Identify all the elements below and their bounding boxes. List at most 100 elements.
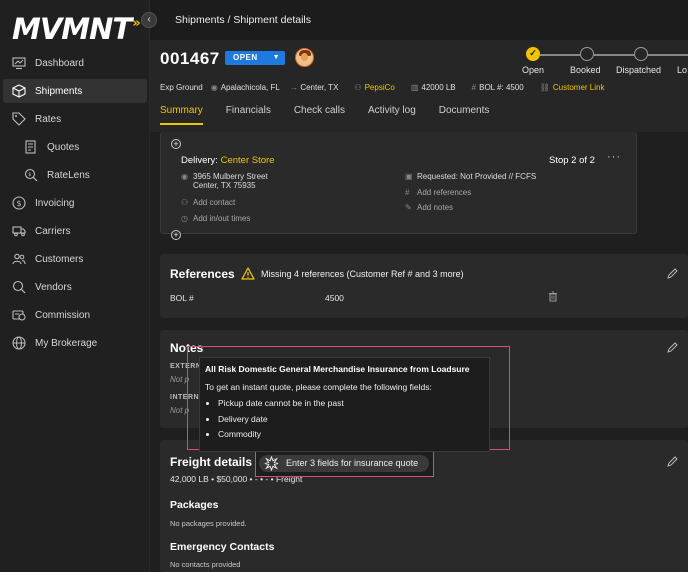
user-icon: ⚇ (181, 198, 189, 207)
breadcrumb: Shipments / Shipment details (175, 14, 311, 26)
shipment-header: 001467 OPEN ▼ ✓ Open Booked Dispatched L… (150, 40, 688, 132)
location-pin-icon: ◉ (181, 172, 188, 181)
sidebar-item-customers[interactable]: Customers (3, 247, 147, 271)
sidebar: MVMNT» Dashboard Shipments Rates Quotes $ Rat… (0, 0, 150, 572)
edit-freight-icon[interactable] (666, 456, 678, 468)
step-connector (648, 54, 688, 56)
sidebar-item-ratelens[interactable]: $ RateLens (3, 163, 147, 187)
route: ◉ Apalachicola, FL → Center, TX (211, 83, 347, 92)
tab-activity-log[interactable]: Activity log (368, 105, 416, 125)
tab-documents[interactable]: Documents (439, 105, 490, 125)
add-notes-link[interactable]: ✎ Add notes (405, 203, 453, 212)
address-lines: 3965 Mulberry Street Center, TX 75935 (193, 172, 268, 190)
tooltip-title: All Risk Domestic General Merchandise In… (205, 364, 470, 374)
weight-icon: ▥ (410, 83, 419, 92)
link-icon: ⛓ (539, 83, 550, 92)
freight-title: Freight details (170, 455, 253, 469)
app-root: MVMNT» Dashboard Shipments Rates Quotes $ Rat… (0, 0, 688, 572)
status-dropdown[interactable]: OPEN ▼ (225, 51, 285, 65)
users-icon (12, 252, 26, 266)
step-label-next: Lo (677, 65, 688, 75)
destination-text: Center, TX (300, 83, 339, 92)
collapse-sidebar-button[interactable]: ‹ (141, 12, 157, 28)
arrow-right-icon: → (290, 83, 299, 92)
edit-notes-icon[interactable] (666, 342, 678, 354)
step-dot-booked (580, 47, 594, 61)
edit-references-icon[interactable] (666, 268, 678, 280)
customer[interactable]: ⚇ PepsiCo (354, 83, 402, 92)
customer-link-text[interactable]: Customer Link (553, 83, 605, 92)
step-label-booked: Booked (570, 65, 601, 75)
user-icon: ⚇ (354, 83, 362, 92)
missing-references-warning: Missing 4 references (Customer Ref # and… (261, 269, 464, 279)
mode-text: Exp Ground (160, 83, 203, 92)
sidebar-item-label: Rates (35, 113, 62, 125)
sidebar-item-vendors[interactable]: Vendors (3, 275, 147, 299)
sidebar-item-commission[interactable]: Commission (3, 303, 147, 327)
box-icon (12, 84, 26, 98)
sidebar-item-my-brokerage[interactable]: My Brokerage (3, 331, 147, 355)
customer-link[interactable]: PepsiCo (365, 83, 395, 92)
sidebar-item-quotes[interactable]: Quotes (3, 135, 147, 159)
insurance-quote-highlight: Enter 3 fields for insurance quote (255, 451, 434, 477)
sidebar-item-rates[interactable]: Rates (3, 107, 147, 131)
step-connector (594, 54, 634, 56)
status-label: OPEN (233, 53, 258, 62)
add-times-link[interactable]: ◷ Add in/out times (181, 214, 250, 223)
hash-icon: # (405, 188, 410, 197)
requested-window: ▣ Requested: Not Provided // FCFS (405, 172, 536, 181)
add-references-link[interactable]: # Add references (405, 188, 471, 197)
sidebar-item-dashboard[interactable]: Dashboard (3, 51, 147, 75)
step-label-dispatched: Dispatched (616, 65, 662, 75)
pencil-icon: ✎ (405, 203, 412, 212)
delivery-title: Delivery: Center Store (181, 155, 274, 166)
add-times-label: Add in/out times (193, 214, 251, 223)
dashboard-icon (12, 56, 26, 70)
sidebar-item-carriers[interactable]: Carriers (3, 219, 147, 243)
packages-title: Packages (170, 499, 219, 511)
add-notes-label: Add notes (417, 203, 454, 212)
trash-icon[interactable] (548, 291, 558, 302)
bol-value: 4500 (325, 293, 344, 303)
address-line1: 3965 Mulberry Street (193, 172, 268, 181)
chevron-down-icon: ▼ (272, 54, 280, 61)
chevron-left-icon: ‹ (147, 14, 151, 25)
address-line2: Center, TX 75935 (193, 181, 256, 190)
hash-icon: # (471, 83, 477, 92)
tab-summary[interactable]: Summary (160, 105, 203, 125)
emergency-contacts-value: No contacts provided (170, 560, 241, 569)
avatar-face (301, 53, 308, 61)
tab-financials[interactable]: Financials (226, 105, 271, 125)
stop-counter: Stop 2 of 2 (549, 155, 595, 166)
avatar[interactable] (295, 48, 314, 67)
add-stop-before-icon[interactable]: + (171, 139, 181, 149)
insurance-quote-button[interactable]: Enter 3 fields for insurance quote (259, 455, 429, 472)
calendar-icon: ▣ (405, 172, 413, 181)
truck-icon (12, 224, 26, 238)
check-icon: ✓ (529, 48, 537, 58)
tag-icon (12, 112, 26, 126)
ratelens-icon: $ (24, 168, 38, 182)
delivery-title-prefix: Delivery: (181, 155, 221, 166)
origin-text: Apalachicola, FL (220, 83, 280, 92)
logo[interactable]: MVMNT» (12, 12, 141, 46)
tooltip-required-fields: Pickup date cannot be in the past Delive… (205, 398, 344, 445)
commission-icon (12, 308, 26, 322)
sidebar-item-shipments[interactable]: Shipments (3, 79, 147, 103)
sidebar-item-invoicing[interactable]: $ Invoicing (3, 191, 147, 215)
progress-steps: ✓ Open Booked Dispatched Lo (518, 45, 688, 85)
add-contact-link[interactable]: ⚇ Add contact (181, 198, 235, 207)
globe-icon (12, 336, 26, 350)
step-label-open: Open (522, 65, 545, 75)
more-options-icon[interactable]: ··· (607, 151, 621, 163)
add-references-label: Add references (417, 188, 472, 197)
add-stop-after-icon[interactable]: + (171, 230, 181, 240)
insurance-quote-label: Enter 3 fields for insurance quote (286, 458, 419, 468)
sidebar-item-label: Commission (35, 309, 91, 321)
tab-check-calls[interactable]: Check calls (294, 105, 345, 125)
delivery-location-link[interactable]: Center Store (221, 155, 275, 166)
weight: ▥ 42000 LB (411, 83, 464, 92)
svg-text:$: $ (28, 172, 31, 178)
customer-portal-link[interactable]: ⛓ Customer Link (540, 83, 613, 92)
dollar-icon: $ (12, 196, 26, 210)
